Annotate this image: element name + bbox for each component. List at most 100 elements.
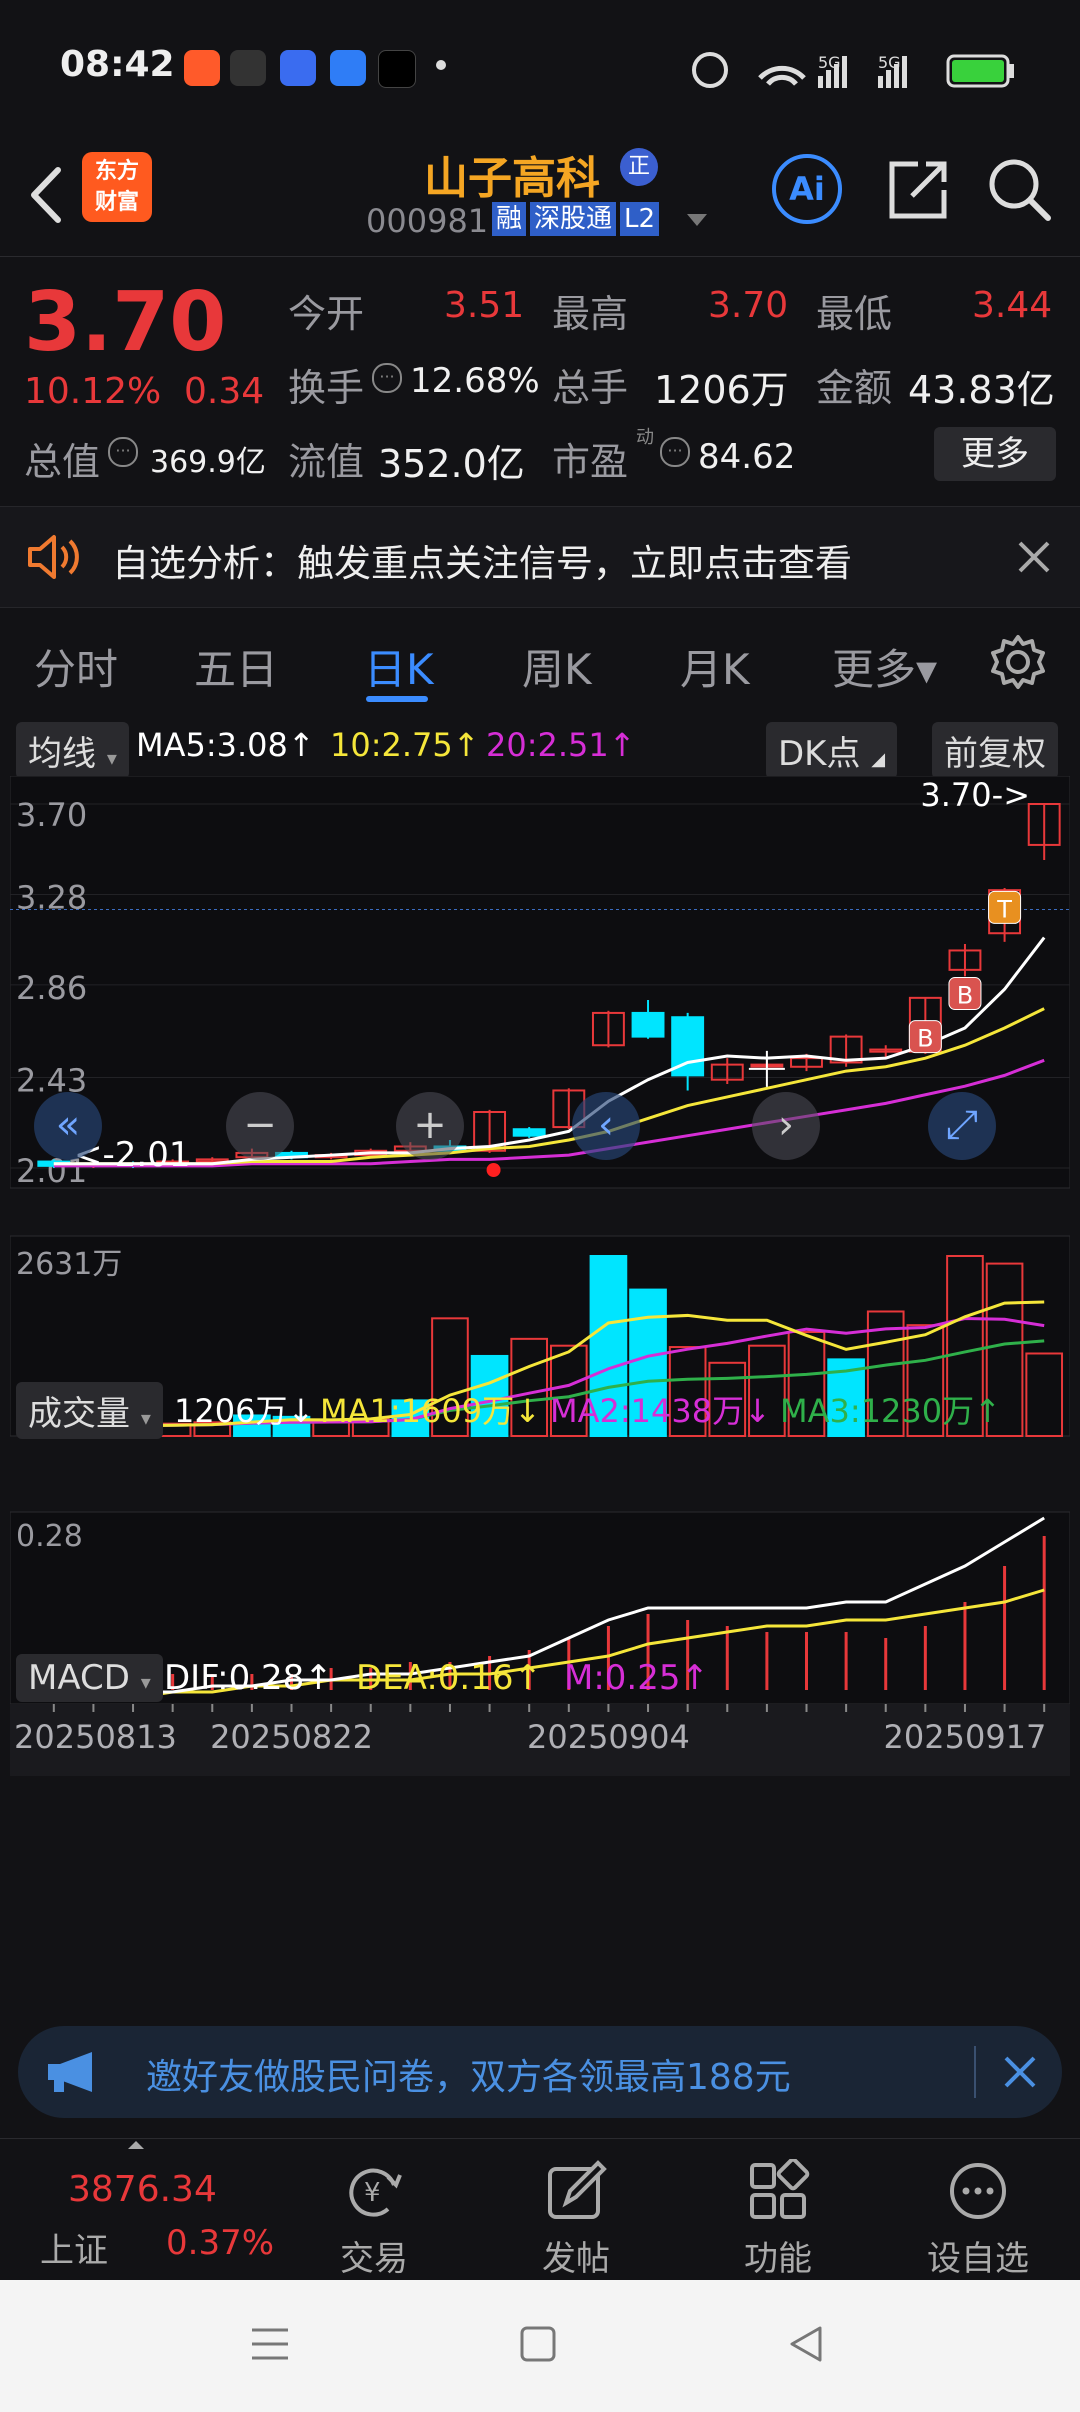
index-name: 上证	[40, 2231, 108, 2271]
close-icon[interactable]	[1016, 539, 1052, 575]
active-tab-indicator	[366, 696, 428, 702]
svg-text:¥: ¥	[364, 2178, 381, 2208]
tab-intraday[interactable]: 分时	[34, 636, 118, 697]
yuan-exchange-icon: ¥	[349, 2168, 402, 2217]
tag-margin: 融	[492, 202, 527, 236]
chevron-up-icon	[128, 2141, 144, 2149]
ai-assistant-button[interactable]: Ai	[772, 154, 842, 224]
more-dots-icon	[950, 2163, 1006, 2219]
volume-selector[interactable]: 成交量 ▾	[16, 1382, 163, 1439]
current-price: 3.70	[24, 275, 227, 370]
stock-name[interactable]: 山子高科	[424, 142, 600, 206]
ma10-label: 10:2.75↑	[330, 726, 480, 764]
nav-functions-label: 功能	[744, 2239, 812, 2279]
edit-post-icon	[548, 2160, 607, 2219]
tab-daily-k[interactable]: 日K	[364, 636, 434, 697]
system-navigation	[0, 2280, 1080, 2412]
menu-icon[interactable]	[248, 2324, 292, 2364]
float-label: 流值	[288, 440, 365, 484]
mktcap-value: 369.9亿	[150, 445, 266, 480]
macd-selector[interactable]: MACD ▾	[16, 1654, 163, 1702]
nav-functions[interactable]: 功能	[698, 2157, 858, 2280]
candle-body	[512, 1128, 546, 1137]
invite-text: 邀好友做股民问卷，双方各领最高188元	[146, 2057, 791, 2098]
mktcap-label: 总值	[24, 440, 101, 484]
zoom-out-icon[interactable]: −	[226, 1092, 294, 1160]
rewind-icon[interactable]: «	[34, 1092, 102, 1160]
app-logo[interactable]: 东方 财富	[82, 152, 152, 222]
status-icons: 5G 5G	[692, 52, 1014, 88]
amount-label: 金额	[816, 366, 893, 410]
volume-label: 总手	[552, 366, 629, 410]
more-button[interactable]: 更多	[934, 427, 1056, 481]
back-icon[interactable]	[20, 160, 70, 230]
browser-notification-icon	[330, 50, 366, 86]
price-panel-bg	[10, 776, 1070, 1189]
speaker-icon	[28, 535, 79, 579]
gear-icon[interactable]	[990, 634, 1046, 690]
pe-value: 84.62	[698, 437, 796, 477]
signal-mark-label: B	[917, 1025, 933, 1053]
close-icon[interactable]	[1002, 2054, 1038, 2090]
volume-current: 1206万↓	[174, 1392, 315, 1430]
svg-text:+: +	[413, 1102, 447, 1148]
alarm-icon	[692, 52, 728, 88]
invite-banner[interactable]: 邀好友做股民问卷，双方各领最高188元	[18, 2026, 1062, 2118]
tag-l2: L2	[620, 202, 660, 236]
tiktok-notification-icon	[378, 50, 416, 88]
megaphone-icon	[48, 2052, 92, 2092]
indicator-label: 均线	[28, 734, 96, 774]
nav-trade[interactable]: ¥ 交易	[294, 2159, 454, 2280]
pe-label: 市盈	[552, 440, 629, 484]
signal-mark-label: B	[957, 982, 973, 1010]
kline-chart-area: 均线 ▾ MA5:3.08↑ 10:2.75↑ 20:2.51↑ DK点 ◢ 前…	[10, 718, 1070, 2008]
svg-text:⤢: ⤢	[946, 1102, 978, 1148]
chevron-down-icon[interactable]	[684, 210, 710, 230]
search-icon[interactable]	[984, 154, 1054, 224]
macd-selector-label: MACD	[28, 1658, 130, 1698]
stock-code: 000981	[366, 202, 489, 240]
nav-post[interactable]: 发帖	[496, 2159, 656, 2280]
dk-point-toggle[interactable]: DK点 ◢	[766, 722, 898, 779]
nav-trade-label: 交易	[340, 2239, 408, 2279]
status-time: 08:42	[60, 44, 175, 85]
info-icon[interactable]: ···	[372, 363, 402, 393]
volume-value: 1206万	[654, 368, 789, 412]
tab-weekly-k[interactable]: 周K	[522, 636, 592, 697]
change-percent: 10.12%	[24, 371, 162, 412]
price-tick-label: 2.86	[16, 969, 87, 1007]
tab-five-day[interactable]: 五日	[194, 636, 278, 697]
back-nav-icon[interactable]	[784, 2322, 828, 2366]
signal-icon	[818, 76, 823, 88]
fullscreen-icon[interactable]: ⤢	[928, 1092, 996, 1160]
macd-top-label: 0.28	[16, 1519, 83, 1554]
share-icon[interactable]	[884, 154, 954, 224]
shield-notification-icon	[230, 50, 266, 86]
tab-monthly-k[interactable]: 月K	[680, 636, 750, 697]
date-label: 20250813	[14, 1718, 177, 1756]
indicator-selector[interactable]: 均线 ▾	[16, 722, 129, 779]
svg-text:«: «	[56, 1102, 80, 1148]
index-change: 0.37%	[166, 2223, 275, 2263]
prev-icon[interactable]: ‹	[572, 1092, 640, 1160]
analysis-banner[interactable]: 自选分析：触发重点关注信号，立即点击查看	[0, 506, 1080, 608]
date-label: 20250904	[527, 1718, 690, 1756]
volume-ma1: MA1:1609万↓	[320, 1392, 541, 1430]
price-tick-label: 3.28	[16, 878, 87, 916]
info-icon[interactable]: ···	[660, 437, 690, 467]
signal2-icon	[878, 76, 883, 88]
amount-value: 43.83亿	[908, 368, 1055, 412]
quote-panel: 3.70 10.12% 0.34 今开 3.51 最高 3.70 最低 3.44…	[0, 256, 1080, 505]
home-icon[interactable]	[518, 2324, 558, 2364]
low-value: 3.44	[972, 285, 1053, 326]
index-ticker[interactable]: 3876.34 上证 0.37%	[0, 2139, 274, 2281]
zoom-in-icon[interactable]: +	[396, 1092, 464, 1160]
nav-watchlist[interactable]: 设自选	[898, 2159, 1058, 2280]
info-icon[interactable]: ···	[108, 437, 138, 467]
volume-max-label: 2631万	[16, 1247, 122, 1282]
next-icon[interactable]: ›	[752, 1092, 820, 1160]
turnover-label: 换手	[288, 366, 365, 410]
svg-text:−: −	[243, 1102, 277, 1148]
tab-more[interactable]: 更多▾	[832, 636, 937, 697]
adjust-selector[interactable]: 前复权	[932, 722, 1058, 779]
